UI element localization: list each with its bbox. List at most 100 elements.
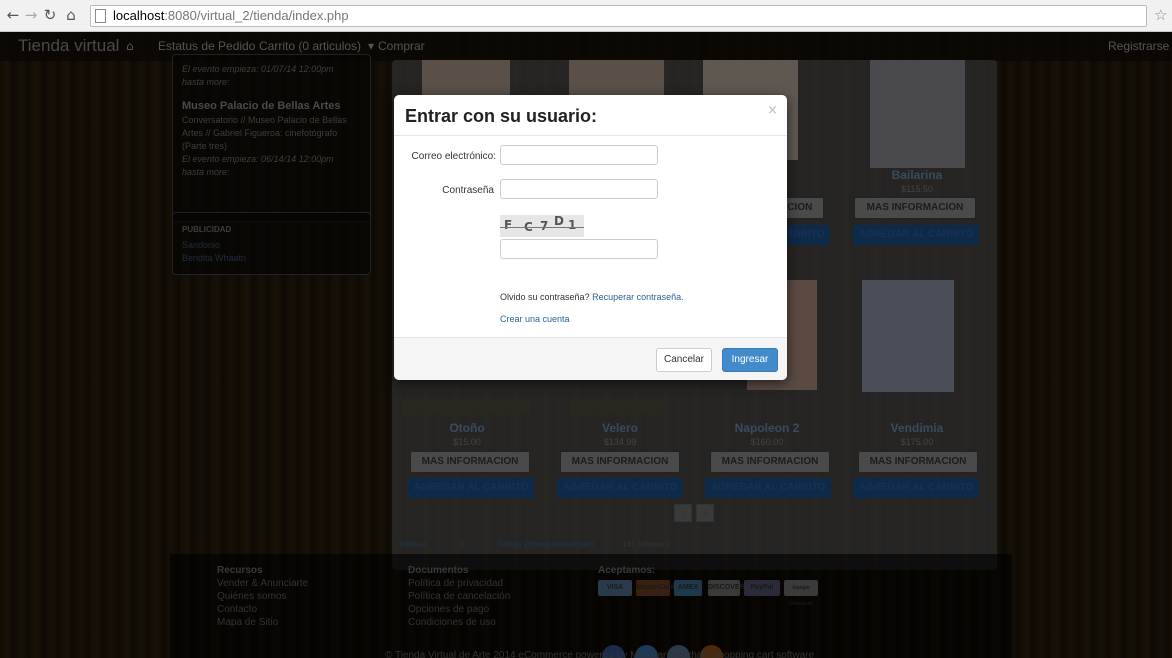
add-to-cart-button[interactable]: AGREGAR AL CARRITO <box>853 225 979 245</box>
event-start: El evento empieza: 01/07/14 12:00pm <box>182 64 334 74</box>
follow-button[interactable]: Follow @modularmerchant <box>498 540 594 549</box>
reload-icon[interactable]: ↻ <box>41 6 59 24</box>
event-end: hasta more: <box>182 77 230 87</box>
ads-link[interactable]: Sandonio <box>182 240 220 250</box>
add-to-cart-button[interactable]: AGREGAR AL CARRITO <box>853 478 979 498</box>
password-field[interactable] <box>500 179 658 199</box>
amex-icon: AMEX <box>674 580 702 596</box>
captcha-char: 1 <box>568 218 577 232</box>
product-name[interactable]: Otoño <box>402 421 532 435</box>
brand-link[interactable]: Tienda virtual <box>18 36 119 56</box>
footer-link[interactable]: Contacto <box>217 604 257 615</box>
product-price: $15.00 <box>453 437 481 447</box>
footer-col-title: Aceptamos: <box>598 565 656 576</box>
email-label: Correo electrónico: <box>411 151 496 162</box>
discover-icon: DISCOVER <box>708 580 745 596</box>
product-name[interactable]: Bailarina <box>852 168 982 182</box>
more-info-button[interactable]: MAS INFORMACION <box>854 197 976 219</box>
cancel-button[interactable]: Cancelar <box>656 348 712 372</box>
home-icon[interactable]: ⌂ <box>62 6 80 24</box>
product-image[interactable] <box>862 280 954 392</box>
add-to-cart-button[interactable]: AGREGAR AL CARRITO <box>408 478 534 498</box>
more-info-button[interactable]: MAS INFORMACION <box>560 451 680 473</box>
product-image[interactable] <box>870 60 965 168</box>
captcha-char: F <box>504 218 513 232</box>
product-price: $175.00 <box>900 437 934 447</box>
event-start: El evento empieza: 06/14/14 12:00pm <box>182 154 334 164</box>
footer-link[interactable]: Mapa de Sitio <box>217 617 278 628</box>
browser-toolbar: ← → ↻ ⌂ localhost:8080/virtual_2/tienda/… <box>0 0 1172 32</box>
back-icon[interactable]: ← <box>4 6 22 24</box>
ads-link[interactable]: Bendita Whaatn <box>182 253 246 263</box>
event-desc: (Parte tres) <box>182 141 228 151</box>
footer-col-title: Documentos <box>408 565 469 576</box>
followers-count: 141 followers <box>622 540 670 549</box>
recover-password-link[interactable]: Recuperar contraseña. <box>592 292 684 302</box>
product-image[interactable] <box>422 60 510 100</box>
footer-link[interactable]: Política de cancelación <box>408 591 510 602</box>
footer-col-title: Recursos <box>217 565 263 576</box>
cart-icon: ▾ <box>368 39 375 53</box>
product-image[interactable] <box>569 60 664 100</box>
add-to-cart-button[interactable]: AGREGAR AL CARRITO <box>705 478 831 498</box>
url-path: :8080/virtual_2/tienda/index.php <box>164 8 349 23</box>
add-to-cart-button[interactable]: AGREGAR AL CARRITO <box>557 478 683 498</box>
login-button[interactable]: Ingresar <box>722 348 778 372</box>
create-account-link[interactable]: Crear una cuenta <box>500 314 570 324</box>
modal-divider <box>394 135 787 136</box>
event-desc: Conversatorio // Museo Palacio de Bellas <box>182 115 347 125</box>
nav-comprar[interactable]: Comprar <box>378 39 425 53</box>
captcha-input[interactable] <box>500 239 658 259</box>
home-nav-icon[interactable]: ⌂ <box>126 39 134 53</box>
product-name[interactable]: Velero <box>555 421 685 435</box>
footer-link[interactable]: Vender & Anunciarte <box>217 578 308 589</box>
forward-icon[interactable]: → <box>22 6 40 24</box>
captcha-line <box>500 227 584 228</box>
nav-registrarse[interactable]: Registrarse <box>1108 39 1169 53</box>
footer: Recursos Vender & Anunciarte Quiénes som… <box>170 554 1012 658</box>
ads-panel: PUBLICIDAD Sandonio Bendita Whaatn <box>172 212 371 275</box>
footer-link[interactable]: Política de privacidad <box>408 578 503 589</box>
tweet-button[interactable]: Twittear <box>398 540 426 549</box>
footer-link[interactable]: Condiciones de uso <box>408 617 496 628</box>
page-1-button[interactable]: 1 <box>674 504 692 522</box>
ads-title: PUBLICIDAD <box>182 225 232 234</box>
more-info-button[interactable]: MAS INFORMACION <box>410 451 530 473</box>
more-info-button[interactable]: MAS INFORMACION <box>858 451 978 473</box>
tweet-count: 0 <box>460 540 465 549</box>
product-name[interactable]: Vendimia <box>852 421 982 435</box>
forgot-password-row: Olvido su contraseña? Recuperar contrase… <box>500 292 684 302</box>
paypal-icon: PayPal <box>744 580 780 596</box>
email-field[interactable] <box>500 145 658 165</box>
captcha-char: 7 <box>540 219 549 233</box>
modal-title: Entrar con su usuario: <box>405 106 598 126</box>
event-desc: Artes // Gabriel Figueroa: cinefotógrafo <box>182 128 338 138</box>
events-panel: El evento empieza: 01/07/14 12:00pm hast… <box>172 54 371 222</box>
more-info-button[interactable]: MAS INFORMACION <box>710 451 830 473</box>
forgot-password-text: Olvido su contraseña? <box>500 292 590 302</box>
event-title[interactable]: Museo Palacio de Bellas Artes <box>182 100 341 112</box>
product-price: $115.50 <box>901 184 933 194</box>
google-checkout-icon: Google Checkout <box>784 580 818 607</box>
product-image[interactable] <box>402 400 530 415</box>
nav-carrito[interactable]: Carrito (0 articulos) <box>259 39 361 53</box>
nav-estatus[interactable]: Estatus de Pedido <box>158 39 255 53</box>
footer-link[interactable]: Quiénes somos <box>217 591 286 602</box>
bookmark-star-icon[interactable]: ☆ <box>1154 6 1167 24</box>
password-label: Contraseña <box>442 185 494 196</box>
product-price: $160.00 <box>750 437 784 447</box>
url-host: localhost <box>113 8 165 23</box>
modal-footer: Cancelar Ingresar <box>394 337 787 380</box>
page-2-button[interactable]: 2 <box>696 504 714 522</box>
close-icon[interactable]: × <box>767 103 778 118</box>
mastercard-icon: MasterCard <box>636 580 675 596</box>
url-text: localhost:8080/virtual_2/tienda/index.ph… <box>113 8 349 23</box>
footer-link[interactable]: Opciones de pago <box>408 604 489 615</box>
product-name[interactable]: Napoleon 2 <box>702 421 832 435</box>
product-price: $134.99 <box>603 437 637 447</box>
page-icon <box>95 9 106 23</box>
product-image[interactable] <box>570 400 665 415</box>
visa-icon: VISA <box>598 580 632 596</box>
captcha-image: F C 7 D 1 <box>500 215 584 237</box>
address-bar[interactable]: localhost:8080/virtual_2/tienda/index.ph… <box>90 5 1147 27</box>
